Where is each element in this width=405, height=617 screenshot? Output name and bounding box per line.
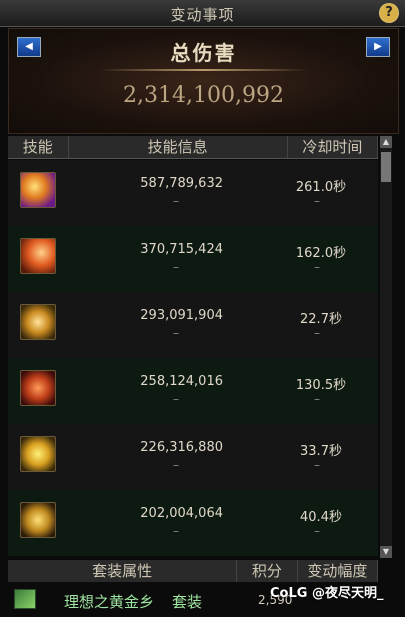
table-row[interactable]: 293,091,904 – 22.7秒 – bbox=[8, 292, 378, 358]
damage-value: 587,789,632 bbox=[140, 176, 223, 191]
damage-change: – bbox=[173, 524, 179, 538]
scroll-thumb[interactable] bbox=[381, 152, 391, 182]
skill-icon bbox=[20, 304, 56, 340]
damage-value: 258,124,016 bbox=[140, 374, 223, 389]
damage-value: 293,091,904 bbox=[140, 308, 223, 323]
cooldown-change: – bbox=[314, 326, 320, 340]
cooldown-change: – bbox=[314, 524, 320, 538]
skill-icon bbox=[20, 172, 56, 208]
window-title: 变动事项 bbox=[170, 6, 235, 24]
set-tag: 套装 bbox=[172, 593, 203, 611]
damage-change: – bbox=[173, 194, 179, 208]
table-header: 技能 技能信息 冷却时间 bbox=[8, 136, 378, 159]
cooldown-change: – bbox=[314, 260, 320, 274]
scrollbar[interactable]: ▲ ▼ bbox=[380, 136, 392, 558]
cooldown-change: – bbox=[314, 458, 320, 472]
table-row[interactable]: 226,316,880 – 33.7秒 – bbox=[8, 424, 378, 490]
set-icon bbox=[14, 589, 36, 609]
table-row[interactable]: 258,124,016 – 130.5秒 – bbox=[8, 358, 378, 424]
column-set-attributes: 套装属性 bbox=[8, 560, 238, 582]
damage-value: 202,004,064 bbox=[140, 506, 223, 521]
table-row[interactable]: 202,004,064 – 40.4秒 – bbox=[8, 490, 378, 556]
skill-icon bbox=[20, 370, 56, 406]
divider bbox=[99, 69, 308, 71]
set-table-header: 套装属性 积分 变动幅度 bbox=[8, 560, 378, 582]
window-titlebar: 变动事项 ? bbox=[0, 0, 405, 27]
scroll-down-icon[interactable]: ▼ bbox=[380, 546, 392, 558]
question-icon[interactable]: ? bbox=[379, 3, 399, 23]
damage-change: – bbox=[173, 458, 179, 472]
total-damage-panel: ◀ 总伤害 ▶ 2,314,100,992 bbox=[8, 28, 399, 134]
cooldown-value: 22.7秒 bbox=[300, 312, 342, 327]
column-skill-info: 技能信息 bbox=[69, 136, 288, 158]
column-change-range: 变动幅度 bbox=[298, 560, 378, 582]
column-skill: 技能 bbox=[8, 136, 69, 158]
skill-icon bbox=[20, 436, 56, 472]
cooldown-value: 261.0秒 bbox=[295, 180, 347, 195]
column-score: 积分 bbox=[237, 560, 298, 582]
cooldown-value: 40.4秒 bbox=[300, 510, 342, 525]
skill-icon bbox=[20, 502, 56, 538]
damage-value: 370,715,424 bbox=[140, 242, 223, 257]
damage-change: – bbox=[173, 392, 179, 406]
watermark: CoLG @夜尽天明_ bbox=[270, 586, 384, 601]
total-damage-title: 总伤害 bbox=[170, 41, 237, 65]
table-row[interactable]: 587,789,632 – 261.0秒 – bbox=[8, 160, 378, 226]
cooldown-value: 162.0秒 bbox=[295, 246, 347, 261]
right-arrow-icon[interactable]: ▶ bbox=[366, 37, 390, 57]
cooldown-change: – bbox=[314, 194, 320, 208]
skill-icon bbox=[20, 238, 56, 274]
damage-value: 226,316,880 bbox=[140, 440, 223, 455]
table-row[interactable]: 370,715,424 – 162.0秒 – bbox=[8, 226, 378, 292]
column-cooldown: 冷却时间 bbox=[288, 136, 378, 158]
damage-change: – bbox=[173, 326, 179, 340]
scroll-up-icon[interactable]: ▲ bbox=[380, 136, 392, 148]
set-name: 理想之黄金乡 bbox=[64, 593, 155, 611]
total-damage-value: 2,314,100,992 bbox=[123, 83, 284, 108]
skill-list: 587,789,632 – 261.0秒 – 370,715,424 – 162… bbox=[8, 160, 378, 556]
cooldown-value: 33.7秒 bbox=[300, 444, 342, 459]
damage-change: – bbox=[173, 260, 179, 274]
cooldown-value: 130.5秒 bbox=[295, 378, 347, 393]
cooldown-change: – bbox=[314, 392, 320, 406]
